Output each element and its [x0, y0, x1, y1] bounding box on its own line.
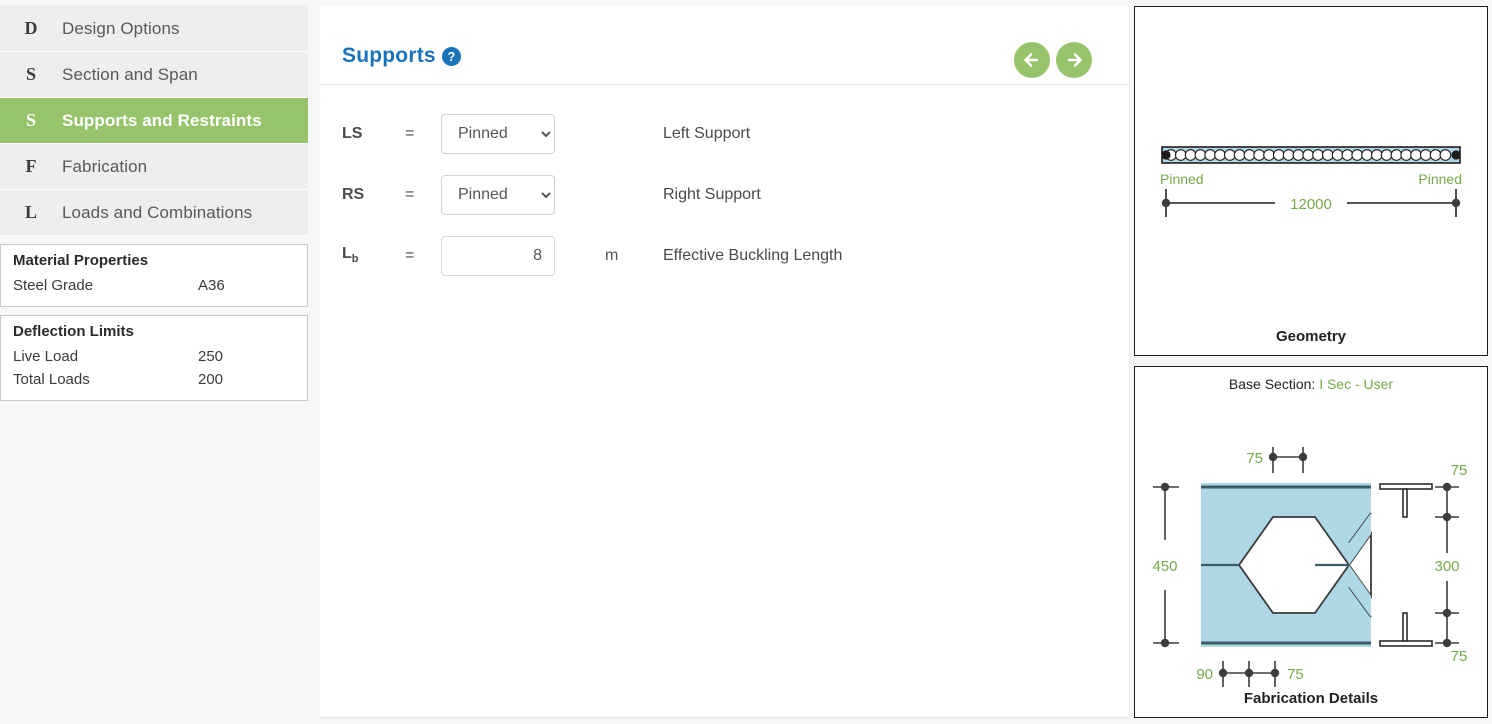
dimension-right-bottom-75: 75: [1451, 648, 1468, 665]
sidebar-item-label: Supports and Restraints: [62, 110, 262, 130]
material-properties-row: Steel Grade A36: [13, 274, 295, 297]
sidebar: D Design Options S Section and Span S Su…: [0, 6, 308, 401]
sidebar-item-letter: S: [25, 64, 36, 84]
right-support-control: PinnedFixedFreeRoller: [441, 174, 577, 215]
dimension-right-top-75: 75: [1451, 462, 1468, 479]
field-row-left-support: LS = PinnedFixedFreeRoller Left Support: [320, 103, 1129, 164]
fabrication-diagram: 450 75 90 75 75 300 75: [1152, 447, 1468, 687]
dimension-left-450: 450: [1152, 558, 1177, 575]
buckling-length-input[interactable]: [441, 235, 555, 276]
left-support-control: PinnedFixedFreeRoller: [441, 113, 577, 154]
sidebar-item-fabrication[interactable]: F Fabrication: [0, 144, 308, 190]
geometry-diagram: Pinned Pinned 12000: [1160, 146, 1462, 217]
material-properties-title: Material Properties: [13, 252, 149, 269]
base-section-prefix: Base Section:: [1228, 376, 1316, 392]
deflection-limits-panel: Deflection Limits Live Load 250 Total Lo…: [0, 315, 308, 401]
dimension-bottom-75: 75: [1287, 666, 1304, 683]
buckling-length-unit: m: [605, 246, 619, 264]
steel-grade-value: A36: [198, 277, 225, 294]
material-properties-panel: Material Properties Steel Grade A36: [0, 244, 308, 307]
right-support-description: Right Support: [663, 185, 761, 203]
total-loads-value: 200: [198, 371, 224, 388]
deflection-limits-row: Live Load 250: [13, 345, 295, 368]
sidebar-item-label: Fabrication: [62, 156, 148, 176]
sidebar-item-section-and-span[interactable]: S Section and Span: [0, 52, 308, 98]
question-mark-circle-icon[interactable]: ?: [442, 47, 461, 66]
left-support-label: Pinned: [1160, 171, 1204, 187]
live-load-value: 250: [198, 348, 224, 365]
sidebar-item-letter: L: [24, 202, 37, 222]
arrow-right-circle-icon[interactable]: [1056, 42, 1092, 78]
right-support-select[interactable]: PinnedFixedFreeRoller: [441, 174, 555, 215]
deflection-limits-title: Deflection Limits: [13, 323, 134, 340]
live-load-label: Live Load: [13, 348, 79, 365]
left-support-description: Left Support: [663, 124, 751, 142]
sidebar-item-label: Section and Span: [62, 64, 198, 84]
sidebar-item-letter: S: [25, 110, 36, 130]
deflection-limits-row: Total Loads 200: [13, 368, 295, 391]
buckling-length-control: [441, 235, 577, 276]
page-title: Supports: [342, 44, 436, 67]
dimension-top-75: 75: [1246, 450, 1263, 467]
equals-sign: =: [405, 185, 415, 203]
fabrication-caption: Fabrication Details: [1243, 690, 1379, 707]
sidebar-item-letter: D: [24, 18, 38, 38]
fabrication-panel: Base Section: I Sec - User 450 75 90 75 …: [1134, 366, 1488, 718]
supports-form: LS = PinnedFixedFreeRoller Left Support …: [320, 85, 1129, 286]
field-row-right-support: RS = PinnedFixedFreeRoller Right Support: [320, 164, 1129, 225]
left-support-select[interactable]: PinnedFixedFreeRoller: [441, 113, 555, 154]
dimension-right-middle-300: 300: [1434, 558, 1459, 575]
equals-sign: =: [405, 246, 415, 264]
app-window: D Design Options S Section and Span S Su…: [0, 0, 1492, 724]
svg-text:?: ?: [448, 50, 456, 64]
geometry-caption: Geometry: [1275, 328, 1347, 345]
sidebar-item-design-options[interactable]: D Design Options: [0, 6, 308, 52]
left-support-symbol: LS: [342, 124, 363, 142]
sidebar-item-letter: F: [25, 156, 37, 176]
equals-sign: =: [405, 124, 415, 142]
geometry-panel: Pinned Pinned 12000 Geometry: [1134, 6, 1488, 356]
sidebar-item-loads-and-combinations[interactable]: L Loads and Combinations: [0, 190, 308, 236]
main-header: Supports ?: [320, 6, 1129, 85]
sidebar-item-supports-and-restraints[interactable]: S Supports and Restraints: [0, 98, 308, 144]
base-section-label: Base Section: I Sec - User: [1135, 376, 1487, 392]
main-content-panel: Supports ? LS = Pinned Left Support RS =…: [320, 6, 1130, 718]
steel-grade-label: Steel Grade: [13, 277, 94, 294]
right-support-label: Pinned: [1418, 171, 1462, 187]
field-row-effective-buckling-length: Lb = m Effective Buckling Length: [320, 225, 1129, 286]
right-support-symbol: RS: [342, 185, 365, 203]
sidebar-item-label: Design Options: [62, 18, 180, 38]
sidebar-item-label: Loads and Combinations: [62, 202, 253, 222]
buckling-length-symbol: Lb: [342, 245, 359, 266]
buckling-length-description: Effective Buckling Length: [663, 246, 843, 264]
span-dimension-label: 12000: [1290, 196, 1332, 213]
dimension-bottom-90: 90: [1196, 666, 1213, 683]
total-loads-label: Total Loads: [13, 371, 90, 388]
arrow-left-circle-icon[interactable]: [1014, 42, 1050, 78]
base-section-value: I Sec - User: [1319, 376, 1394, 392]
